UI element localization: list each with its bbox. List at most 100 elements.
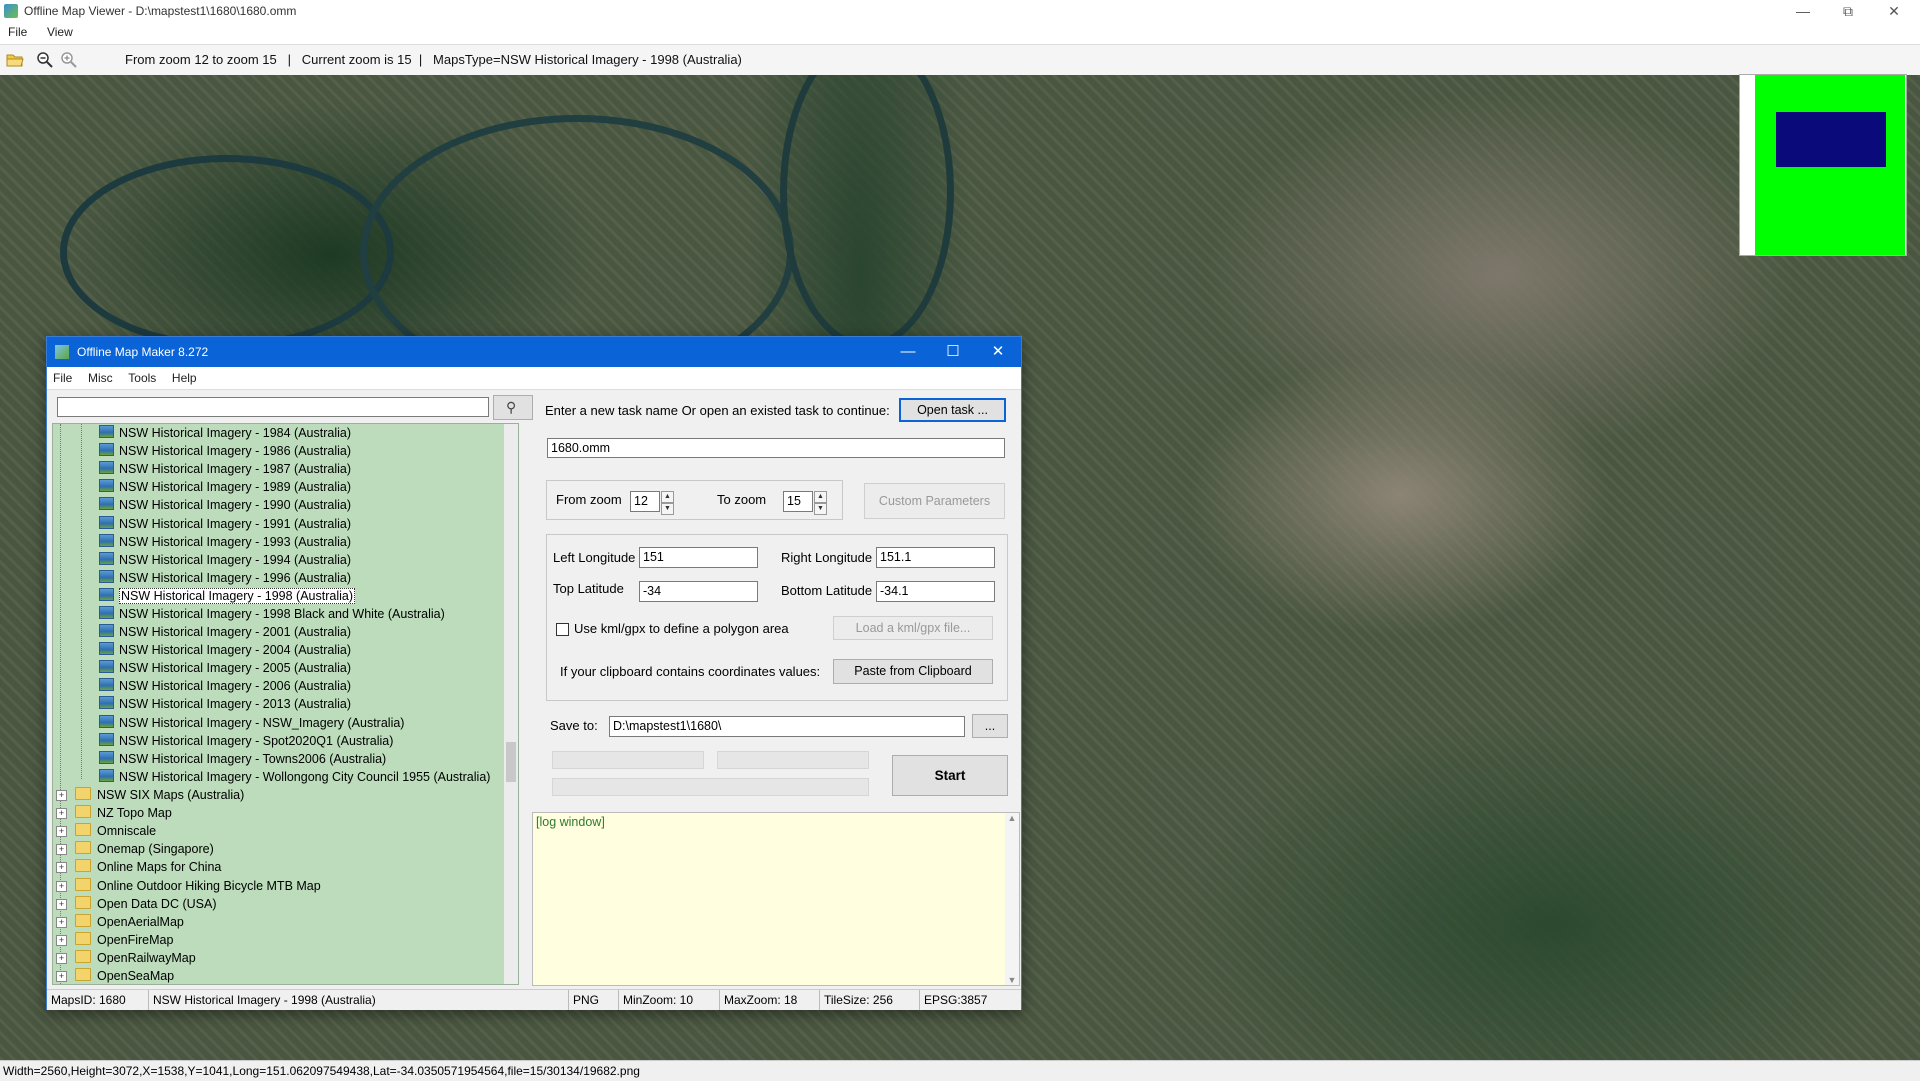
minimize-icon[interactable]: — (1781, 0, 1825, 22)
tree-folder[interactable]: + Online Maps for China (56, 858, 221, 876)
task-name-input[interactable]: 1680.omm (547, 438, 1005, 458)
spin-down-icon[interactable]: ▼ (814, 503, 827, 515)
tree-folder[interactable]: + OpenFireMap (56, 931, 173, 949)
paste-clipboard-button[interactable]: Paste from Clipboard (833, 659, 993, 684)
tree-item-map[interactable]: NSW Historical Imagery - 2001 (Australia… (99, 623, 351, 641)
tree-folder[interactable]: + Online Outdoor Hiking Bicycle MTB Map (56, 877, 321, 895)
start-button[interactable]: Start (892, 755, 1008, 796)
dialog-close-icon[interactable]: ✕ (975, 337, 1021, 367)
custom-parameters-button[interactable]: Custom Parameters (864, 483, 1005, 519)
menu-view[interactable]: View (39, 22, 81, 42)
map-layer-icon (99, 696, 114, 709)
expand-icon[interactable]: + (56, 971, 67, 982)
expand-icon[interactable]: + (56, 899, 67, 910)
tree-item-map[interactable]: NSW Historical Imagery - 1989 (Australia… (99, 478, 351, 496)
expand-icon[interactable]: + (56, 881, 67, 892)
open-folder-icon[interactable] (6, 51, 24, 69)
map-layer-icon (99, 479, 114, 492)
tree-item-map[interactable]: NSW Historical Imagery - 1993 (Australia… (99, 533, 351, 551)
restore-icon[interactable]: ⧉ (1826, 0, 1870, 22)
viewer-statusbar: Width=2560,Height=3072,X=1538,Y=1041,Lon… (0, 1060, 1920, 1080)
expand-icon[interactable]: + (56, 917, 67, 928)
top-latitude-input[interactable]: -34 (639, 581, 758, 602)
expand-icon[interactable]: + (56, 826, 67, 837)
browse-button[interactable]: ... (972, 714, 1008, 738)
tree-item-map[interactable]: NSW Historical Imagery - 1998 Black and … (99, 605, 445, 623)
dialog-maximize-icon[interactable]: ☐ (930, 337, 976, 367)
zoom-out-icon[interactable] (36, 51, 54, 69)
tree-folder[interactable]: + Open Data DC (USA) (56, 895, 216, 913)
dialog-titlebar: Offline Map Maker 8.272 — ☐ ✕ (47, 337, 1021, 367)
expand-icon[interactable]: + (56, 862, 67, 873)
river-shape (60, 155, 394, 349)
dialog-minimize-icon[interactable]: — (885, 337, 931, 367)
close-icon[interactable]: ✕ (1872, 0, 1916, 22)
viewer-window-title: Offline Map Viewer - D:\mapstest1\1680\1… (24, 4, 297, 18)
tree-folder[interactable]: + OpenRailwayMap (56, 949, 196, 967)
tree-item-map[interactable]: NSW Historical Imagery - 1987 (Australia… (99, 460, 351, 478)
tree-folder[interactable]: + NZ Topo Map (56, 804, 172, 822)
map-type-tree[interactable]: NSW Historical Imagery - 1984 (Australia… (52, 423, 519, 985)
search-button[interactable]: ⚲ (493, 395, 533, 420)
tree-item-label: NSW Historical Imagery - 1993 (Australia… (119, 535, 352, 549)
tree-item-map[interactable]: NSW Historical Imagery - 2005 (Australia… (99, 659, 351, 677)
tree-item-map[interactable]: NSW Historical Imagery - Wollongong City… (99, 768, 490, 786)
tree-folder[interactable]: + Omniscale (56, 822, 156, 840)
right-longitude-input[interactable]: 151.1 (876, 547, 995, 568)
to-zoom-spinner[interactable]: ▲ ▼ (814, 491, 827, 515)
log-window[interactable]: [log window] ▲ ▼ (532, 812, 1020, 986)
spin-up-icon[interactable]: ▲ (814, 491, 827, 503)
folder-icon (75, 950, 91, 963)
tree-item-map[interactable]: NSW Historical Imagery - Towns2006 (Aust… (99, 750, 386, 768)
tree-scrollbar[interactable] (504, 424, 518, 984)
from-zoom-input[interactable]: 12 (630, 491, 660, 512)
log-scrollbar[interactable]: ▲ ▼ (1005, 813, 1019, 985)
tree-item-map[interactable]: NSW Historical Imagery - 1991 (Australia… (99, 515, 351, 533)
tree-item-map[interactable]: NSW Historical Imagery - 2006 (Australia… (99, 677, 351, 695)
zoom-in-icon[interactable] (60, 51, 78, 69)
minimap[interactable] (1739, 74, 1907, 256)
tree-item-map[interactable]: NSW Historical Imagery - NSW_Imagery (Au… (99, 714, 404, 732)
load-kml-button[interactable]: Load a kml/gpx file... (833, 616, 993, 640)
expand-icon[interactable]: + (56, 844, 67, 855)
tree-folder[interactable]: + Onemap (Singapore) (56, 840, 214, 858)
tree-item-map[interactable]: NSW Historical Imagery - 1996 (Australia… (99, 569, 351, 587)
tree-scroll-thumb[interactable] (506, 742, 516, 782)
expand-icon[interactable]: + (56, 790, 67, 801)
tree-item-map[interactable]: NSW Historical Imagery - 1986 (Australia… (99, 442, 351, 460)
open-task-button[interactable]: Open task ... (899, 398, 1006, 422)
tree-item-map[interactable]: NSW Historical Imagery - 1994 (Australia… (99, 551, 351, 569)
tree-item-label: NSW Historical Imagery - Spot2020Q1 (Aus… (119, 734, 394, 748)
tree-folder[interactable]: + NSW SIX Maps (Australia) (56, 786, 244, 804)
tree-item-map[interactable]: NSW Historical Imagery - 1990 (Australia… (99, 496, 351, 514)
map-layer-icon (99, 678, 114, 691)
scroll-down-icon[interactable]: ▼ (1005, 975, 1019, 985)
bottom-latitude-input[interactable]: -34.1 (876, 581, 995, 602)
tree-item-map[interactable]: NSW Historical Imagery - 1984 (Australia… (99, 424, 351, 442)
expand-icon[interactable]: + (56, 808, 67, 819)
menu-file[interactable]: File (0, 22, 35, 42)
dialog-menu-help[interactable]: Help (166, 367, 203, 389)
save-to-input[interactable]: D:\mapstest1\1680\ (609, 716, 965, 737)
expand-icon[interactable]: + (56, 935, 67, 946)
tree-item-map[interactable]: NSW Historical Imagery - 2013 (Australia… (99, 695, 351, 713)
tree-folder[interactable]: + OpenSeaMap (56, 967, 174, 984)
left-longitude-input[interactable]: 151 (639, 547, 758, 568)
tree-folder[interactable]: + OpenAerialMap (56, 913, 184, 931)
minimap-viewport[interactable] (1776, 112, 1886, 167)
tree-item-map[interactable]: NSW Historical Imagery - 1998 (Australia… (99, 587, 356, 605)
kml-checkbox[interactable] (556, 623, 569, 636)
folder-icon (75, 859, 91, 872)
spin-down-icon[interactable]: ▼ (661, 503, 674, 515)
dialog-menu-misc[interactable]: Misc (82, 367, 119, 389)
expand-icon[interactable]: + (56, 953, 67, 964)
from-zoom-spinner[interactable]: ▲ ▼ (661, 491, 674, 515)
spin-up-icon[interactable]: ▲ (661, 491, 674, 503)
tree-item-map[interactable]: NSW Historical Imagery - Spot2020Q1 (Aus… (99, 732, 393, 750)
dialog-menu-file[interactable]: File (47, 367, 78, 389)
tree-item-map[interactable]: NSW Historical Imagery - 2004 (Australia… (99, 641, 351, 659)
search-input[interactable] (57, 397, 489, 417)
to-zoom-input[interactable]: 15 (783, 491, 813, 512)
dialog-menu-tools[interactable]: Tools (122, 367, 162, 389)
tree-item-label: NSW Historical Imagery - 1998 (Australia… (119, 588, 356, 604)
